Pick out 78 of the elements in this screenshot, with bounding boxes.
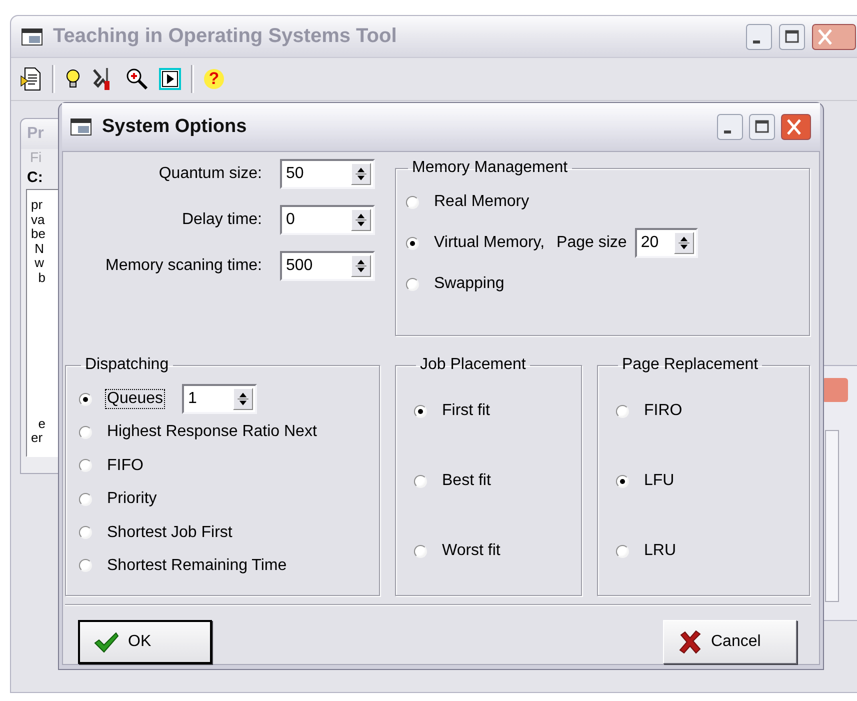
- minimize-button[interactable]: [717, 114, 743, 140]
- radio-button[interactable]: [414, 544, 427, 558]
- radio-button[interactable]: [406, 236, 419, 250]
- window-title: System Options: [102, 116, 248, 138]
- help-icon[interactable]: ?: [204, 69, 224, 89]
- spin-button[interactable]: [674, 232, 694, 254]
- radio-label[interactable]: LFU: [643, 472, 676, 490]
- radio-label[interactable]: Queues: [106, 390, 164, 408]
- group-title: Dispatching: [84, 356, 170, 374]
- radio-label[interactable]: LRU: [643, 542, 678, 560]
- list-line: e: [37, 416, 46, 432]
- close-button[interactable]: [781, 114, 811, 140]
- radio-button[interactable]: [79, 392, 92, 406]
- radio-button[interactable]: [79, 426, 92, 439]
- number-field[interactable]: 0: [280, 205, 375, 235]
- radio-label[interactable]: Shortest Job First: [106, 524, 234, 542]
- scroll-bar[interactable]: [825, 430, 839, 602]
- radio-button[interactable]: [79, 559, 92, 572]
- radio-label[interactable]: FIRO: [643, 402, 684, 420]
- play-icon[interactable]: [159, 68, 181, 90]
- number-field[interactable]: 1: [182, 384, 258, 414]
- maximize-button[interactable]: [779, 24, 805, 50]
- radio-button[interactable]: [406, 196, 419, 208]
- ok-button[interactable]: OK: [78, 620, 212, 664]
- list-line: b: [37, 270, 46, 286]
- field-label: Page size: [556, 234, 627, 252]
- list-line: er: [31, 431, 43, 446]
- number-field[interactable]: 500: [280, 251, 375, 281]
- field-label: Quantum size:: [158, 165, 262, 183]
- radio-button[interactable]: [406, 278, 419, 290]
- minimize-button[interactable]: [746, 24, 772, 50]
- number-field[interactable]: 20: [634, 228, 698, 258]
- close-button[interactable]: [812, 24, 856, 50]
- radio-button[interactable]: [79, 459, 92, 472]
- radio-label[interactable]: Virtual Memory,: [433, 234, 546, 252]
- group-title: Memory Management: [411, 159, 569, 177]
- field-label: Delay time:: [182, 211, 262, 229]
- maximize-button[interactable]: [749, 114, 775, 140]
- zoom-in-icon[interactable]: [125, 67, 149, 91]
- list-line: va: [31, 212, 45, 228]
- spin-button[interactable]: [233, 388, 254, 410]
- window-icon: [70, 118, 92, 136]
- radio-label[interactable]: Highest Response Ratio Next: [106, 423, 318, 442]
- spin-button[interactable]: [351, 163, 371, 185]
- list-line: pr: [31, 198, 43, 213]
- radio-label[interactable]: Worst fit: [441, 542, 502, 560]
- radio-button[interactable]: [414, 404, 427, 418]
- radio-button[interactable]: [616, 404, 629, 418]
- radio-button[interactable]: [79, 492, 92, 506]
- radio-label[interactable]: Best fit: [441, 472, 492, 490]
- path-label: C:: [27, 169, 43, 186]
- radio-label[interactable]: FIFO: [106, 456, 144, 475]
- radio-button[interactable]: [79, 526, 92, 540]
- spin-button[interactable]: [351, 209, 371, 231]
- spin-button[interactable]: [351, 255, 371, 277]
- field-label: Memory scaning time:: [106, 257, 262, 275]
- radio-label[interactable]: First fit: [441, 402, 491, 420]
- window-icon: [21, 28, 43, 46]
- list-line: be: [31, 227, 46, 242]
- radio-button[interactable]: [616, 474, 629, 488]
- number-field[interactable]: 50: [280, 159, 375, 189]
- list-line: N: [34, 242, 44, 256]
- radio-button[interactable]: [616, 544, 629, 558]
- group-title: Job Placement: [419, 356, 527, 374]
- radio-label[interactable]: Priority: [106, 490, 158, 508]
- cancel-button[interactable]: Cancel: [663, 620, 797, 664]
- radio-label[interactable]: Real Memory: [433, 193, 530, 211]
- close-button[interactable]: [822, 378, 848, 402]
- cross-icon: [678, 630, 702, 654]
- group-title: Page Replacement: [621, 356, 760, 374]
- radio-label[interactable]: Swapping: [433, 275, 506, 293]
- radio-button[interactable]: [414, 474, 427, 488]
- list-line: w: [34, 256, 44, 271]
- radio-label[interactable]: Shortest Remaining Time: [106, 556, 288, 575]
- check-icon: [93, 631, 119, 653]
- document-icon[interactable]: [20, 67, 42, 91]
- lightbulb-icon[interactable]: [65, 68, 81, 90]
- window-title: Teaching in Operating Systems Tool: [53, 25, 398, 48]
